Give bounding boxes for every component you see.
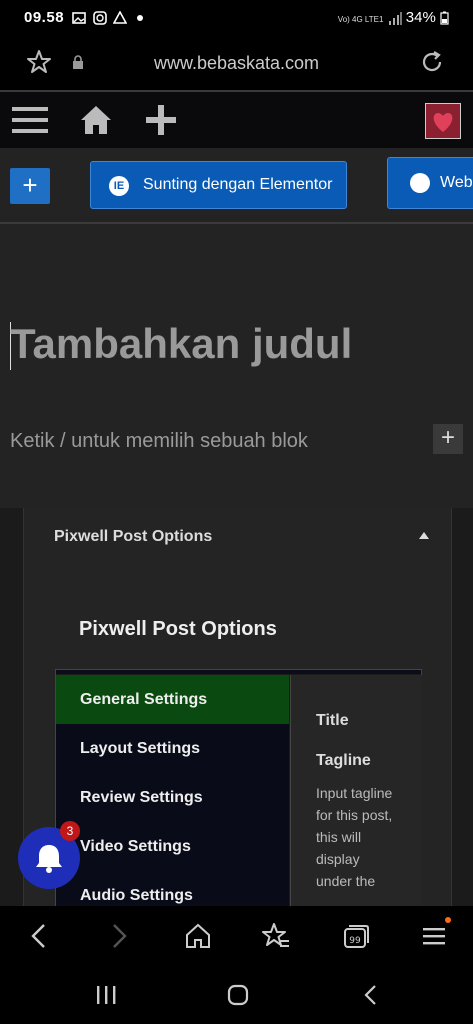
post-title-field[interactable]: Tambahkan judul	[10, 320, 352, 368]
field-tagline-label: Tagline	[316, 752, 371, 769]
avatar-heart-icon	[433, 113, 453, 132]
network-label: Vo) 4G LTE1	[337, 15, 384, 24]
options-panel: General Settings Layout Settings Review …	[55, 669, 422, 906]
web-button-label: Web	[440, 174, 473, 191]
elementor-icon: IE	[109, 176, 129, 196]
status-time: 09.58	[24, 9, 65, 26]
signal-icon	[388, 11, 402, 25]
editor-toolbar: + IE Sunting dengan Elementor Web	[0, 148, 473, 224]
tab-general-settings[interactable]: General Settings	[56, 675, 289, 724]
status-right: Vo) 4G LTE1 34%	[338, 9, 449, 26]
tab-audio-settings[interactable]: Audio Settings	[56, 871, 289, 906]
tab-review-settings[interactable]: Review Settings	[56, 773, 289, 822]
panel-top-border	[56, 670, 421, 674]
tagline-description: Input tagline for this post, this will d…	[316, 785, 393, 889]
reload-icon[interactable]	[419, 49, 445, 75]
block-placeholder[interactable]: Ketik / untuk memilih sebuah blok	[10, 430, 308, 453]
metabox-header-title[interactable]: Pixwell Post Options	[54, 528, 212, 546]
status-bar: 09.58 Vo) 4G LTE1 34%	[0, 0, 473, 36]
editor-canvas: Tambahkan judul Ketik / untuk memilih se…	[0, 224, 473, 508]
collapse-toggle-icon[interactable]	[419, 532, 429, 539]
home-button-icon[interactable]	[226, 984, 250, 1006]
notification-bell-button[interactable]: 3	[18, 821, 80, 889]
image-icon	[72, 11, 86, 24]
home-icon[interactable]	[80, 104, 112, 136]
avatar[interactable]	[425, 103, 461, 139]
settings-tabs: General Settings Layout Settings Review …	[56, 675, 289, 906]
tab-video-settings[interactable]: Video Settings	[56, 822, 289, 871]
menu-icon[interactable]	[12, 104, 48, 136]
menu-update-dot	[445, 917, 451, 923]
menu-nav-icon[interactable]	[420, 922, 448, 950]
web-stories-button[interactable]: Web	[387, 157, 473, 209]
tab-layout-settings[interactable]: Layout Settings	[56, 724, 289, 773]
elementor-button-label: Sunting dengan Elementor	[143, 176, 333, 193]
svg-text:99: 99	[349, 936, 361, 946]
edit-with-elementor-button[interactable]: IE Sunting dengan Elementor	[90, 161, 347, 209]
tabs-icon[interactable]: 99	[342, 922, 370, 950]
address-bar[interactable]: www.bebaskata.com	[0, 36, 473, 90]
browser-nav-bar: 99	[0, 906, 473, 966]
back-icon[interactable]	[28, 922, 50, 950]
forward-icon[interactable]	[108, 922, 130, 950]
drive-icon	[112, 9, 128, 24]
system-nav-bar	[0, 966, 473, 1024]
home-nav-icon[interactable]	[184, 922, 212, 950]
url-text[interactable]: www.bebaskata.com	[0, 53, 473, 74]
instagram-icon	[92, 10, 107, 25]
inline-add-block-button[interactable]: +	[433, 424, 463, 454]
field-title-label: Title	[316, 712, 349, 729]
wp-admin-toolbar	[0, 92, 473, 148]
add-block-button[interactable]: +	[10, 168, 50, 204]
battery-icon	[440, 11, 449, 25]
notification-icons	[72, 9, 145, 25]
notification-badge: 3	[60, 821, 80, 841]
system-back-icon[interactable]	[360, 984, 382, 1006]
bookmarks-icon[interactable]	[262, 922, 290, 950]
dot-icon	[136, 14, 143, 21]
settings-content: Title Tagline Input tagline for this pos…	[290, 675, 422, 906]
recent-apps-icon[interactable]	[94, 984, 118, 1006]
metabox-inner-title: Pixwell Post Options	[79, 618, 277, 640]
battery-percent: 34%	[405, 9, 436, 26]
pixwell-metabox: Pixwell Post Options Pixwell Post Option…	[23, 508, 452, 906]
plus-icon[interactable]	[144, 104, 178, 136]
web-stories-icon	[410, 173, 430, 193]
